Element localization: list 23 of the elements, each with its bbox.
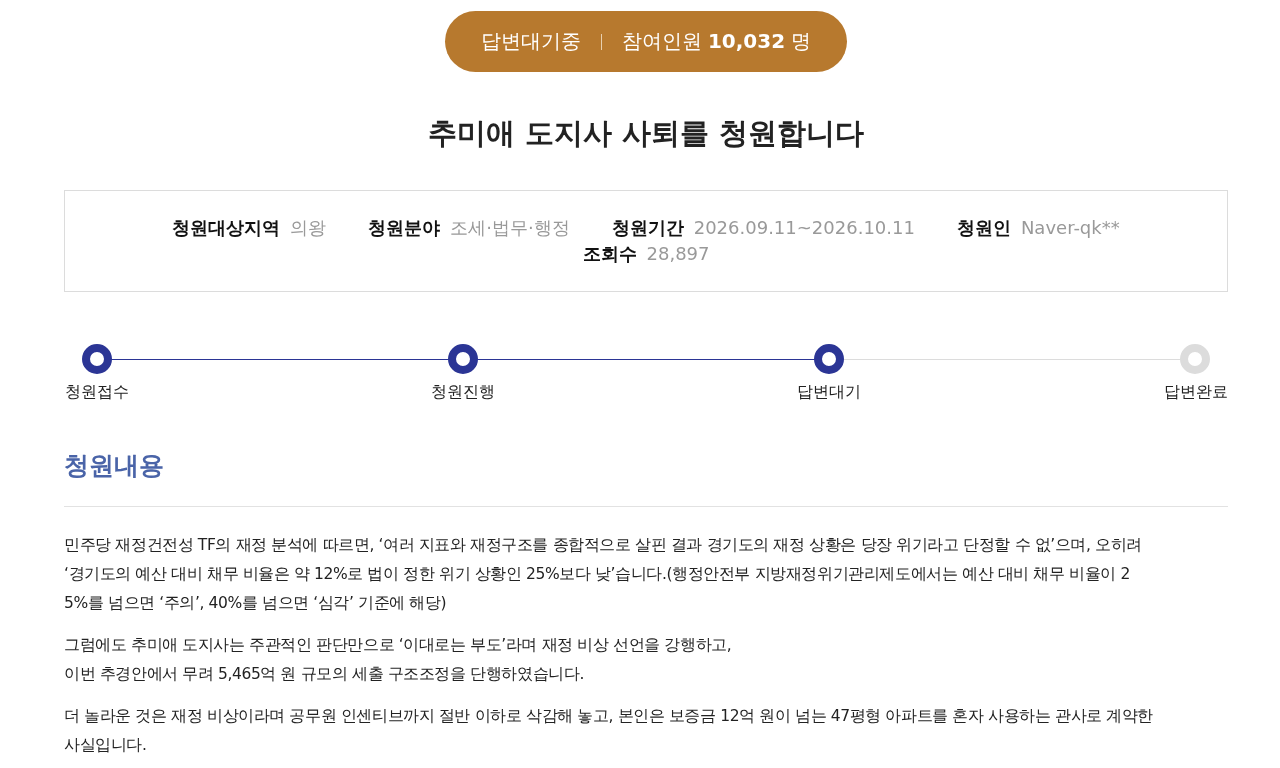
- info-label: 청원분야: [368, 216, 441, 240]
- info-value: Naver-qk**: [1020, 217, 1120, 238]
- info-value: 28,897: [646, 243, 710, 264]
- status-text: 답변대기중: [480, 28, 581, 55]
- info-label: 청원대상지역: [172, 216, 281, 240]
- step-label: 청원진행: [431, 382, 495, 403]
- step-label: 답변대기: [797, 382, 861, 403]
- step-label: 청원접수: [65, 382, 129, 403]
- info-label: 조회수: [582, 242, 637, 266]
- paragraph: 그럼에도 추미애 도지사는 주관적인 판단만으로 ‘이대로는 부도’라며 재정 비상 선언을 강행하고, 이번 추경안에서 무려 5,465억 원 규모의 세출 구조조정을 단행하였습니다.: [64, 635, 733, 685]
- info-value: 조세·법무·행정: [450, 216, 570, 240]
- info-label: 청원기간: [611, 216, 684, 240]
- section-heading: 청원내용: [64, 449, 1228, 507]
- step-label: 답변완료: [1164, 382, 1228, 403]
- info-value: 2026.09.11~2026.10.11: [693, 217, 915, 238]
- petition-title: 추미애 도지사 사퇴를 청원합니다: [427, 115, 865, 152]
- participants-count: 10,032: [707, 29, 786, 53]
- info-value: 의왕: [290, 216, 327, 240]
- paragraph: 민주당 재정건전성 TF의 재정 분석에 따르면, ‘여러 지표와 재정구조를 종합적으로 살핀 결과 경기도의 재정 상황은 당장 위기라고 단정할 수 없’으며, 오히려 ‘경기도의 예산 대비 채무 비율은 약 12%로 법이 정한 위기 상황인 25%보다 낮’습니다.(행정안전부 지방재정위기관리제도에서는 예산 대비 채무 비율이 2 5%를 넘으면 ‘주의’, 40%를 넘으면 ‘심각’ 기준에 해당): [64, 535, 1143, 614]
- participants-label: 참여인원: [621, 28, 702, 55]
- paragraph: 더 놀라운 것은 재정 비상이라며 공무원 인센티브까지 절반 이하로 삭감해 놓고, 본인은 보증금 12억 원이 넘는 47평형 아파트를 혼자 사용하는 관사로 계약한 사실입니다.: [64, 706, 1155, 756]
- info-label: 청원인: [956, 216, 1011, 240]
- participants-unit: 명: [791, 28, 812, 55]
